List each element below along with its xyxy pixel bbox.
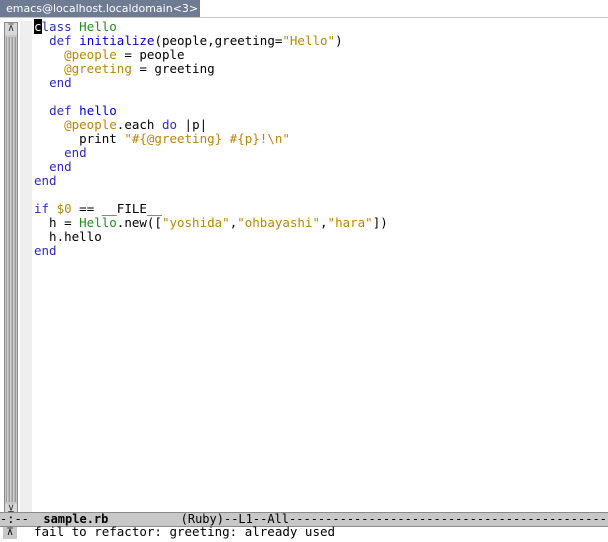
code-line[interactable]: end [34, 146, 600, 160]
code-line[interactable]: def hello [34, 104, 600, 118]
code-token: print [34, 131, 125, 146]
code-token: Hello [79, 19, 117, 34]
code-line[interactable]: @people = people [34, 48, 600, 62]
code-token: (people,greeting= [154, 33, 283, 48]
window-corner-icon[interactable]: ⊼ [3, 527, 17, 539]
code-token: end [64, 145, 87, 160]
code-token: end [49, 159, 72, 174]
code-token: @people [64, 117, 117, 132]
code-line[interactable]: class Hello [34, 19, 600, 34]
code-token: , [320, 215, 328, 230]
code-token: if [34, 201, 50, 216]
code-token: |p| [177, 117, 208, 132]
code-line[interactable]: end [34, 76, 600, 90]
minibuffer-message[interactable]: fail to refactor: greeting: already used [34, 525, 600, 539]
code-token: = people [116, 47, 185, 62]
code-token: @people [64, 47, 117, 62]
vertical-scrollbar[interactable]: ⊼ ⊻ [4, 22, 18, 517]
code-editor[interactable]: class Hello def initialize(people,greeti… [34, 19, 600, 515]
code-token: Hello [79, 215, 117, 230]
code-line[interactable] [34, 90, 600, 104]
code-line[interactable]: end [34, 174, 600, 188]
code-line[interactable]: def initialize(people,greeting="Hello") [34, 34, 600, 48]
code-token: end [49, 75, 72, 90]
text-cursor: c [34, 19, 42, 34]
code-token: "Hello" [282, 33, 336, 48]
code-token: end [34, 173, 57, 188]
code-token: == __FILE__ [71, 201, 162, 216]
code-token: initialize [79, 33, 155, 48]
code-token: "#{@greeting} #{p}!\n" [124, 131, 290, 146]
code-line[interactable]: if $0 == __FILE__ [34, 202, 600, 216]
modeline-fill: ----------------------------------------… [289, 512, 608, 526]
code-line[interactable]: end [34, 160, 600, 174]
code-token: "yoshida" [161, 215, 230, 230]
window-titlebar[interactable]: emacs@localhost.localdomain<3> [0, 0, 608, 18]
scroll-up-icon[interactable]: ⊼ [5, 23, 17, 35]
code-token: @greeting [64, 61, 132, 76]
scrollbar-thumb[interactable] [6, 37, 16, 502]
code-line[interactable]: h = Hello.new(["yoshida","ohbayashi","ha… [34, 216, 600, 230]
code-token: $0 [56, 201, 72, 216]
code-token: ]) [372, 215, 388, 230]
code-token: .new([ [116, 215, 162, 230]
code-token: def [49, 33, 72, 48]
code-token: "ohbayashi" [237, 215, 321, 230]
code-line[interactable]: h.hello [34, 230, 600, 244]
code-line[interactable]: end [34, 244, 600, 258]
code-token: ) [335, 33, 343, 48]
code-token: do [161, 117, 178, 132]
code-line[interactable]: @greeting = greeting [34, 62, 600, 76]
code-token: h.hello [34, 229, 102, 244]
code-line[interactable]: @people.each do |p| [34, 118, 600, 132]
emacs-frame: ⊼ ⊻ class Hello def initialize(people,gr… [0, 18, 608, 542]
code-token: lass [41, 19, 72, 34]
code-line[interactable] [34, 188, 600, 202]
fringe [20, 21, 32, 518]
code-token: hello [79, 103, 117, 118]
window-title: emacs@localhost.localdomain<3> [0, 0, 200, 17]
code-token: "hara" [327, 215, 373, 230]
code-token: def [49, 103, 72, 118]
code-line[interactable]: print "#{@greeting} #{p}!\n" [34, 132, 600, 146]
code-token: .each [116, 117, 162, 132]
code-token: h = [34, 215, 80, 230]
code-token: end [34, 243, 57, 258]
code-token: = greeting [131, 61, 215, 76]
